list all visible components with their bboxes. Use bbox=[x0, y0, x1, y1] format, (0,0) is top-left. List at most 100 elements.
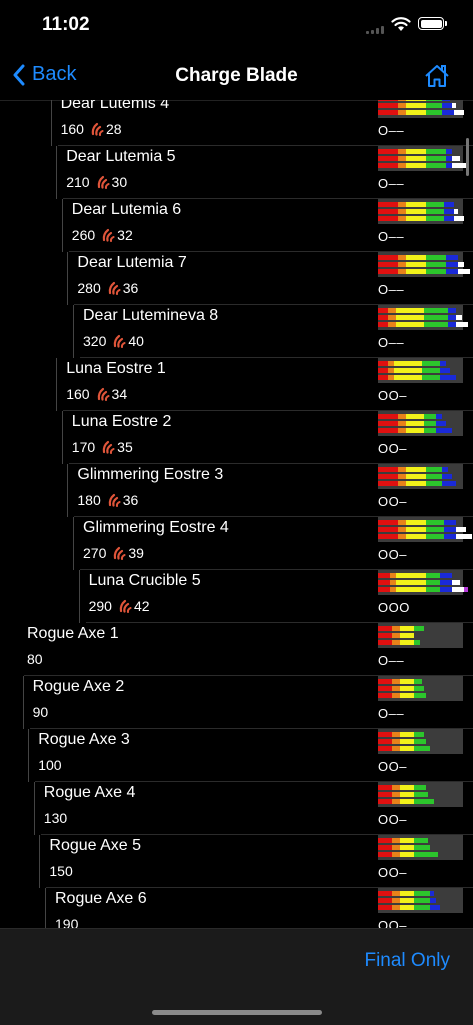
sharpness-segment bbox=[444, 527, 456, 532]
status-bar: 11:02 bbox=[0, 0, 473, 50]
sharpness-segment bbox=[388, 308, 396, 313]
sharpness-segment bbox=[378, 149, 398, 154]
sharpness-segment bbox=[442, 103, 452, 108]
weapon-row[interactable]: Dear Lutemineva 8 320 40 O–– bbox=[0, 305, 473, 358]
sharpness-segment bbox=[406, 414, 424, 419]
weapon-row[interactable]: Glimmering Eostre 4 270 39 OO– bbox=[0, 517, 473, 570]
weapon-row[interactable]: Rogue Axe 4 130 OO– bbox=[0, 782, 473, 835]
decoration-slots: OO– bbox=[378, 865, 407, 880]
status-time: 11:02 bbox=[42, 14, 90, 35]
sharpness-segment bbox=[454, 209, 458, 214]
sharpness-bar bbox=[378, 100, 450, 101]
weapon-row[interactable]: Glimmering Eostre 3 180 36 OO– bbox=[0, 464, 473, 517]
decoration-slots: O–– bbox=[378, 335, 405, 350]
sharpness-segment bbox=[400, 739, 414, 744]
sharpness-segment bbox=[452, 587, 464, 592]
sharpness-segment bbox=[392, 686, 400, 691]
sharpness-segment bbox=[378, 898, 392, 903]
weapon-row[interactable]: Rogue Axe 2 90 O–– bbox=[0, 676, 473, 729]
sharpness-segment bbox=[444, 209, 454, 214]
sharpness-bar bbox=[378, 633, 414, 638]
sharpness-bar bbox=[378, 792, 428, 797]
weapon-row[interactable]: Rogue Axe 1 80 O–– bbox=[0, 623, 473, 676]
weapon-name: Rogue Axe 2 bbox=[32, 678, 125, 695]
sharpness-segment bbox=[378, 693, 392, 698]
claw-icon bbox=[97, 175, 110, 189]
sharpness-segment bbox=[406, 100, 426, 101]
tree-connector bbox=[61, 411, 63, 464]
weapon-row[interactable]: Luna Eostre 2 170 35 OO– bbox=[0, 411, 473, 464]
tree-connector bbox=[67, 464, 69, 517]
weapon-row[interactable]: Rogue Axe 5 150 OO– bbox=[0, 835, 473, 888]
weapon-row[interactable]: Dear Lutemia 5 210 30 O–– bbox=[0, 146, 473, 199]
tree-connector bbox=[56, 146, 58, 199]
home-icon[interactable] bbox=[423, 62, 451, 90]
final-only-button[interactable]: Final Only bbox=[364, 950, 450, 972]
sharpness-segment bbox=[378, 640, 392, 645]
sharpness-segment bbox=[430, 898, 436, 903]
affinity: 35 bbox=[101, 439, 133, 455]
claw-icon bbox=[114, 546, 126, 560]
sharpness-segment bbox=[452, 156, 460, 161]
sharpness-bar bbox=[378, 202, 454, 207]
sharpness-segment bbox=[414, 679, 422, 684]
sharpness-segment bbox=[392, 732, 400, 737]
sharpness-segment bbox=[426, 580, 440, 585]
sharpness-segment bbox=[414, 852, 438, 857]
sharpness-segment bbox=[392, 891, 400, 896]
sharpness-segment bbox=[446, 149, 452, 154]
sharpness-segment bbox=[456, 527, 466, 532]
sharpness-segment bbox=[378, 103, 398, 108]
sharpness-segment bbox=[398, 414, 406, 419]
sharpness-segment bbox=[426, 149, 446, 154]
affinity-value: 36 bbox=[122, 492, 139, 508]
sharpness-segment bbox=[442, 467, 448, 472]
sharpness-segment bbox=[378, 156, 398, 161]
page-title: Charge Blade bbox=[175, 65, 298, 86]
weapon-row[interactable]: Rogue Axe 3 100 OO– bbox=[0, 729, 473, 782]
sharpness-segment bbox=[440, 375, 456, 380]
sharpness-segment bbox=[378, 785, 392, 790]
weapon-row[interactable]: Dear Lutemia 6 260 32 O–– bbox=[0, 199, 473, 252]
attack-value: 130 bbox=[43, 810, 68, 826]
weapon-row[interactable]: Luna Eostre 1 160 34 OO– bbox=[0, 358, 473, 411]
affinity: 36 bbox=[107, 492, 139, 508]
weapon-name: Rogue Axe 1 bbox=[27, 625, 119, 642]
sharpness-segment bbox=[400, 686, 414, 691]
sharpness-segment bbox=[406, 534, 426, 539]
weapon-name: Rogue Axe 5 bbox=[49, 837, 142, 854]
sharpness-segment bbox=[406, 421, 424, 426]
sharpness-segment bbox=[378, 315, 388, 320]
decoration-slots: OO– bbox=[378, 388, 407, 403]
sharpness-bar bbox=[378, 852, 438, 857]
weapon-tree-list[interactable]: Dear Lutemis 4 160 28 O–– Dear Lutemia 5 210 3… bbox=[0, 100, 473, 928]
sharpness-segment bbox=[444, 216, 454, 221]
sharpness-bar bbox=[378, 905, 440, 910]
decoration-slots: OO– bbox=[378, 812, 407, 827]
sharpness-segment bbox=[426, 163, 446, 168]
sharpness-segment bbox=[398, 520, 406, 525]
sharpness-segment bbox=[424, 315, 448, 320]
sharpness-segment bbox=[378, 520, 398, 525]
weapon-stats: 100 bbox=[38, 757, 61, 773]
sharpness-segment bbox=[436, 414, 442, 419]
sharpness-segment bbox=[398, 110, 406, 115]
weapon-row[interactable]: Dear Lutemis 4 160 28 O–– bbox=[0, 100, 473, 146]
weapon-row[interactable]: Rogue Axe 6 190 OO– bbox=[0, 888, 473, 928]
sharpness-segment bbox=[414, 799, 434, 804]
sharpness-segment bbox=[396, 308, 424, 313]
claw-icon bbox=[114, 334, 126, 348]
weapon-row[interactable]: Luna Crucible 5 290 42 OOO bbox=[0, 570, 473, 623]
sharpness-bar bbox=[378, 520, 456, 525]
sharpness-segment bbox=[400, 838, 414, 843]
affinity-value: 40 bbox=[128, 333, 144, 349]
affinity-value: 35 bbox=[117, 439, 133, 455]
sharpness-segment bbox=[422, 361, 440, 366]
sharpness-segment bbox=[406, 474, 426, 479]
tree-connector bbox=[67, 252, 69, 305]
weapon-stats: 160 28 bbox=[61, 121, 122, 137]
sharpness-bar bbox=[378, 527, 466, 532]
sharpness-segment bbox=[414, 732, 424, 737]
weapon-row[interactable]: Dear Lutemia 7 280 36 O–– bbox=[0, 252, 473, 305]
sharpness-segment bbox=[398, 534, 406, 539]
